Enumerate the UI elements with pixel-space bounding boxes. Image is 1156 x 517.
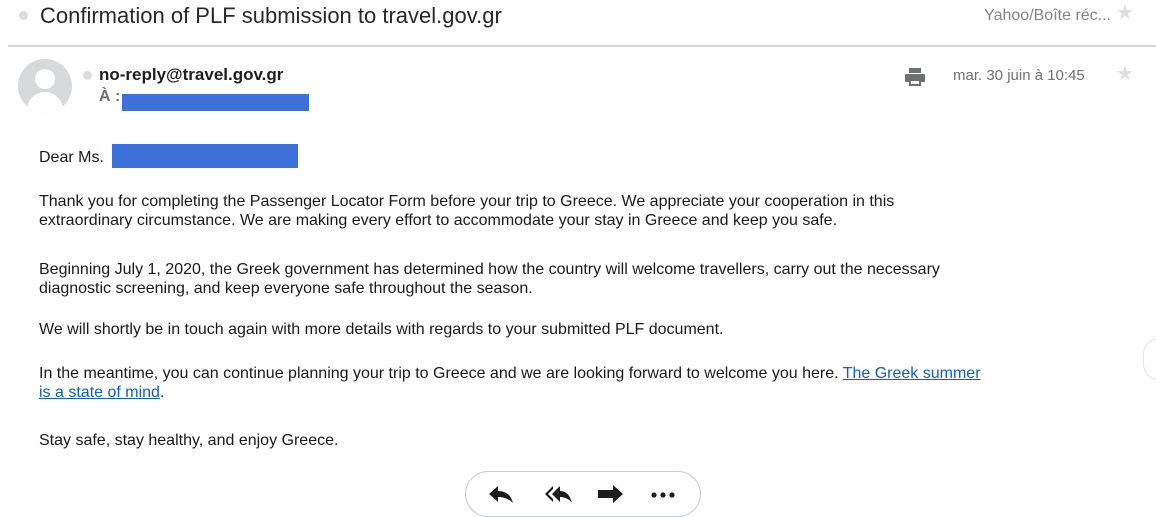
message-star-icon[interactable]: ★	[1116, 64, 1134, 84]
message-subject: Confirmation of PLF submission to travel…	[40, 3, 502, 28]
sender-address[interactable]: no-reply@travel.gov.gr	[99, 65, 283, 85]
message-date: mar. 30 juin à 10:45	[953, 67, 1085, 84]
closing-line: Stay safe, stay healthy, and enjoy Greec…	[39, 432, 339, 449]
paragraph-1-line-2: extraordinary circumstance. We are makin…	[39, 212, 838, 229]
paragraph-4: In the meantime, you can continue planni…	[39, 364, 981, 402]
paragraph-2-line-1: Beginning July 1, 2020, the Greek govern…	[39, 261, 940, 278]
paragraph-1: Thank you for completing the Passenger L…	[39, 192, 894, 230]
recipient-redaction	[122, 94, 309, 111]
more-icon[interactable]	[648, 482, 678, 506]
sender-status-dot-icon	[83, 71, 92, 80]
name-redaction	[112, 144, 298, 168]
paragraph-3: We will shortly be in touch again with m…	[39, 321, 724, 338]
paragraph-2-line-2: diagnostic screening, and keep everyone …	[39, 280, 533, 297]
paragraph-4-line-1: In the meantime, you can continue planni…	[39, 364, 981, 383]
paragraph-4-line-2: is a state of mind.	[39, 383, 981, 402]
folder-label[interactable]: Yahoo/Boîte réc...	[984, 7, 1111, 25]
recipient-label: À :	[99, 88, 121, 105]
side-scroll-handle[interactable]	[1143, 338, 1156, 380]
reply-all-icon[interactable]	[544, 482, 574, 506]
greeting: Dear Ms.	[39, 149, 104, 166]
greek-summer-link[interactable]: The Greek summer	[843, 365, 981, 382]
star-icon[interactable]: ★	[1116, 3, 1134, 23]
state-of-mind-link[interactable]: is a state of mind	[39, 384, 160, 401]
message-actions-toolbar	[465, 471, 701, 517]
avatar-body	[27, 92, 63, 113]
paragraph-1-line-1: Thank you for completing the Passenger L…	[39, 193, 895, 210]
paragraph-4-text: In the meantime, you can continue planni…	[39, 365, 843, 382]
reply-icon[interactable]	[486, 482, 516, 506]
message-header: Confirmation of PLF submission to travel…	[0, 0, 1156, 46]
avatar	[18, 59, 72, 113]
paragraph-2: Beginning July 1, 2020, the Greek govern…	[39, 260, 940, 298]
unread-dot-icon[interactable]	[19, 11, 28, 20]
paragraph-4-end: .	[159, 384, 165, 401]
print-icon[interactable]	[904, 67, 926, 87]
header-divider	[8, 45, 1156, 47]
forward-icon[interactable]	[595, 482, 625, 506]
avatar-head	[35, 69, 55, 89]
